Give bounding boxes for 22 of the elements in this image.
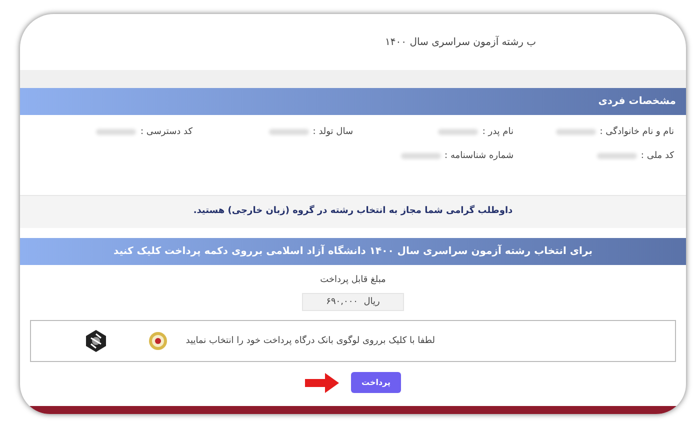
blurred-value: [96, 129, 136, 135]
blurred-value: [400, 153, 441, 159]
arrow-icon: [305, 372, 340, 392]
field-label: نام پدر :: [482, 127, 514, 137]
field-label: کد دسترسی :: [140, 127, 192, 137]
payment-instruction: برای انتخاب رشته آزمون سراسری سال ۱۴۰۰ دانشگاه آزاد اسلامی برروی دکمه پرداخت کلیک کنید: [114, 246, 592, 257]
page-title: ب رشته آزمون سراسری سال ۱۴۰۰: [385, 36, 536, 48]
amount-field: ریال ۶۹۰,۰۰۰: [302, 293, 404, 311]
notice-text: داوطلب گرامی شما مجاز به انتخاب رشته در گروه (زبان خارجی) هستید.: [193, 206, 513, 216]
blurred-value: [596, 153, 637, 159]
field-label: کد ملی :: [640, 151, 674, 161]
section-title: مشخصات فردی: [598, 96, 676, 107]
blurred-value: [556, 129, 596, 135]
field-label: شماره شناسنامه :: [444, 151, 514, 161]
blurred-value: [438, 129, 478, 135]
bank-logo-icon[interactable]: [84, 329, 108, 353]
amount-label: مبلغ قابل پرداخت: [320, 275, 386, 285]
field-label: نام و نام خانوادگی :: [600, 127, 674, 137]
bank-prompt: لطفا با کلیک برروی لوگوی بانک درگاه پرداخت خود را انتخاب نمایید: [186, 336, 435, 346]
blurred-value: [268, 129, 309, 135]
field-label: سال تولد :: [312, 127, 353, 137]
pay-button[interactable]: پرداخت: [351, 372, 401, 393]
